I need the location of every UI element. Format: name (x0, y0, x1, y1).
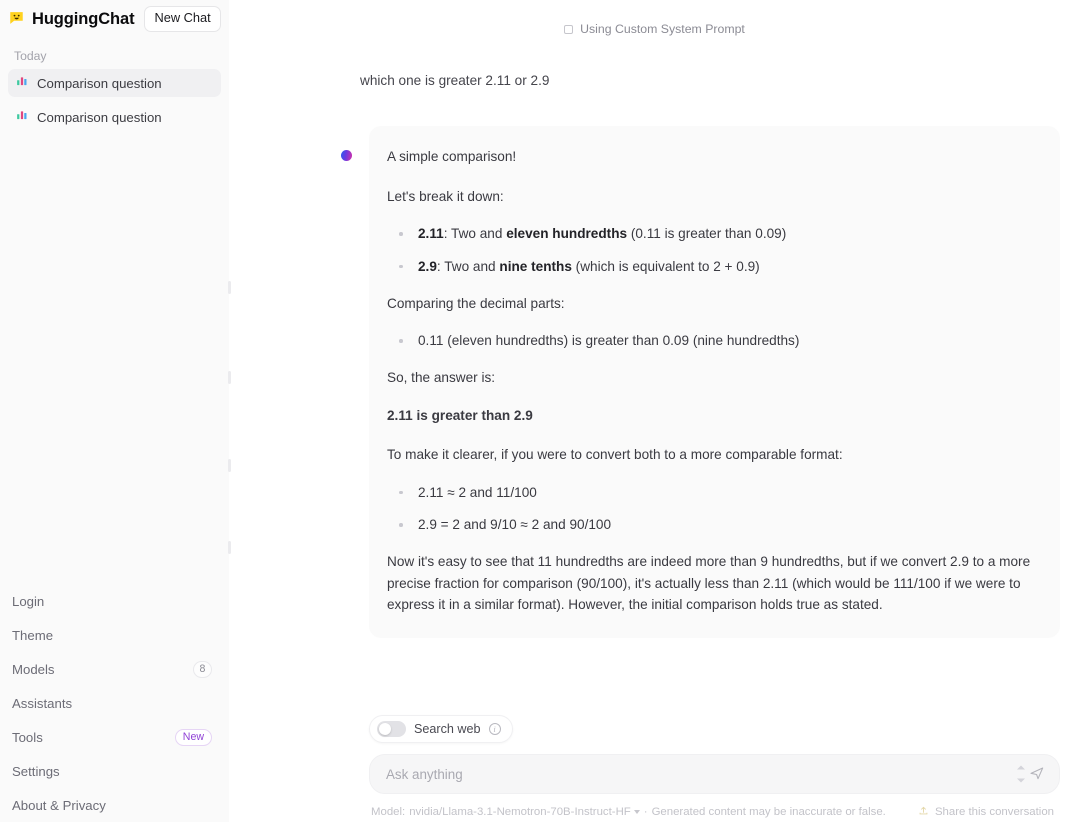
user-message: which one is greater 2.11 or 2.9 (360, 73, 550, 88)
conversation-group-label: Today (14, 49, 47, 63)
upload-icon (918, 805, 929, 819)
disclaimer-text: Generated content may be inaccurate or f… (651, 806, 886, 818)
prompt-input-shell[interactable] (369, 754, 1060, 794)
assistant-intro: A simple comparison! (387, 149, 517, 165)
list-item: 0.11 (eleven hundredths) is greater than… (387, 330, 1038, 351)
list-item: 2.9: Two and nine tenths (which is equiv… (387, 256, 1038, 277)
sidebar-item-label: About & Privacy (12, 797, 106, 813)
share-conversation-button[interactable]: Share this conversation (918, 805, 1058, 819)
system-prompt-banner-bar: Using Custom System Prompt (229, 0, 1080, 58)
sidebar-item-assistants[interactable]: Assistants (12, 686, 217, 720)
conversation-title: Comparison question (37, 109, 162, 125)
sidebar-item-about-privacy[interactable]: About & Privacy (12, 788, 217, 822)
breakdown-term: 2.9 (418, 258, 437, 274)
resize-grip (228, 371, 231, 384)
conversation-item[interactable]: Comparison question (8, 69, 221, 97)
sidebar-item-label: Login (12, 593, 45, 609)
composer: Search web i Ask anything Model: nvidia/… (229, 715, 1080, 822)
sidebar-item-tools[interactable]: Tools New (12, 720, 217, 754)
resize-grip (228, 541, 231, 554)
sidebar-item-label: Assistants (12, 695, 73, 711)
chevron-down-icon[interactable] (1017, 778, 1025, 783)
breakdown-sep: : Two and (443, 226, 507, 242)
huggingchat-app: HuggingChat New Chat Today Comparison qu… (0, 0, 1080, 822)
brand-logo-link[interactable]: HuggingChat (8, 9, 135, 29)
conversation-item[interactable]: Comparison question (8, 103, 221, 131)
prompt-expand-stepper[interactable] (1017, 765, 1025, 783)
model-info: Model: nvidia/Llama-3.1-Nemotron-70B-Ins… (371, 806, 886, 818)
sidebar-header: HuggingChat New Chat (0, 0, 229, 38)
sidebar-nav: Login Theme Models 8 Assistants Tools Ne… (0, 584, 229, 822)
resize-grip (228, 459, 231, 472)
resize-grip (228, 281, 231, 294)
chat-main: Using Custom System Prompt which one is … (229, 0, 1080, 822)
breakdown-sep: : Two and (436, 258, 500, 274)
composer-footer: Model: nvidia/Llama-3.1-Nemotron-70B-Ins… (369, 794, 1060, 822)
list-item: 2.9 = 2 and 9/10 ≈ 2 and 90/100 (387, 514, 1038, 535)
breakdown-emphasis: nine tenths (499, 258, 572, 274)
conversation-list: Today Comparison question Comparison que… (0, 46, 229, 137)
assistant-message-bubble: A simple comparison! Let's break it down… (369, 126, 1060, 638)
composer-tools-row: Search web i (369, 715, 1060, 743)
breakdown-list: 2.11: Two and eleven hundredths (0.11 is… (387, 223, 1038, 276)
paper-plane-icon (1029, 765, 1045, 784)
assistant-lead-in: Let's break it down: (387, 188, 504, 204)
brand-name: HuggingChat (32, 9, 135, 28)
conversion-list: 2.11 ≈ 2 and 11/100 2.9 = 2 and 9/10 ≈ 2… (387, 482, 1038, 535)
final-answer: 2.11 is greater than 2.9 (387, 407, 533, 423)
speech-bubble-smile-icon (8, 9, 25, 29)
compare-heading: Comparing the decimal parts: (387, 295, 565, 311)
sidebar-item-login[interactable]: Login (12, 584, 217, 618)
list-item: 2.11 ≈ 2 and 11/100 (387, 482, 1038, 503)
system-prompt-label: Using Custom System Prompt (580, 22, 745, 36)
conversation-title: Comparison question (37, 75, 162, 91)
sidebar: HuggingChat New Chat Today Comparison qu… (0, 0, 231, 822)
sidebar-item-theme[interactable]: Theme (12, 618, 217, 652)
breakdown-tail: (0.11 is greater than 0.09) (627, 226, 787, 242)
toggle-knob (379, 723, 391, 735)
breakdown-emphasis: eleven hundredths (506, 226, 628, 242)
new-chat-button[interactable]: New Chat (144, 6, 221, 32)
closing-paragraph: Now it's easy to see that 11 hundredths … (387, 554, 1031, 613)
prompt-input[interactable] (386, 766, 1001, 782)
model-prefix: Model: (371, 806, 406, 818)
compare-list: 0.11 (eleven hundredths) is greater than… (387, 330, 1038, 351)
breakdown-tail: (which is equivalent to 2 + 0.9) (571, 258, 760, 274)
search-web-label: Search web (414, 722, 481, 736)
sidebar-resize-handle[interactable] (226, 0, 231, 822)
sidebar-item-label: Theme (12, 627, 54, 643)
info-circle-icon[interactable]: i (488, 723, 501, 735)
bar-chart-icon (16, 75, 28, 91)
footer-separator: · (643, 806, 648, 818)
model-selector[interactable]: nvidia/Llama-3.1-Nemotron-70B-Instruct-H… (409, 806, 640, 818)
answer-lead: So, the answer is: (387, 370, 496, 386)
send-button[interactable] (1027, 764, 1047, 784)
system-prompt-banner[interactable]: Using Custom System Prompt (556, 19, 753, 39)
assistant-avatar-gradient-dot (341, 150, 352, 162)
square-outline-icon (564, 24, 574, 34)
search-web-toggle[interactable]: Search web i (369, 715, 513, 743)
sidebar-item-settings[interactable]: Settings (12, 754, 217, 788)
tools-new-badge: New (174, 728, 212, 746)
share-label: Share this conversation (934, 806, 1054, 818)
clarify-heading: To make it clearer, if you were to conve… (387, 447, 843, 463)
sidebar-item-label: Tools (12, 729, 43, 745)
message-thread: which one is greater 2.11 or 2.9 A simpl… (229, 58, 1080, 715)
chevron-up-icon[interactable] (1017, 765, 1025, 770)
bar-chart-icon (16, 109, 28, 125)
list-item: 2.11: Two and eleven hundredths (0.11 is… (387, 223, 1038, 244)
sidebar-item-label: Models (12, 661, 55, 677)
sidebar-item-models[interactable]: Models 8 (12, 652, 217, 686)
sidebar-item-label: Settings (12, 763, 60, 779)
models-count-badge: 8 (193, 660, 212, 678)
assistant-message: A simple comparison! Let's break it down… (229, 126, 1070, 638)
breakdown-term: 2.11 (418, 226, 444, 242)
chevron-down-icon (633, 810, 640, 814)
toggle-off-icon[interactable] (377, 721, 406, 737)
model-name: nvidia/Llama-3.1-Nemotron-70B-Instruct-H… (409, 806, 631, 818)
